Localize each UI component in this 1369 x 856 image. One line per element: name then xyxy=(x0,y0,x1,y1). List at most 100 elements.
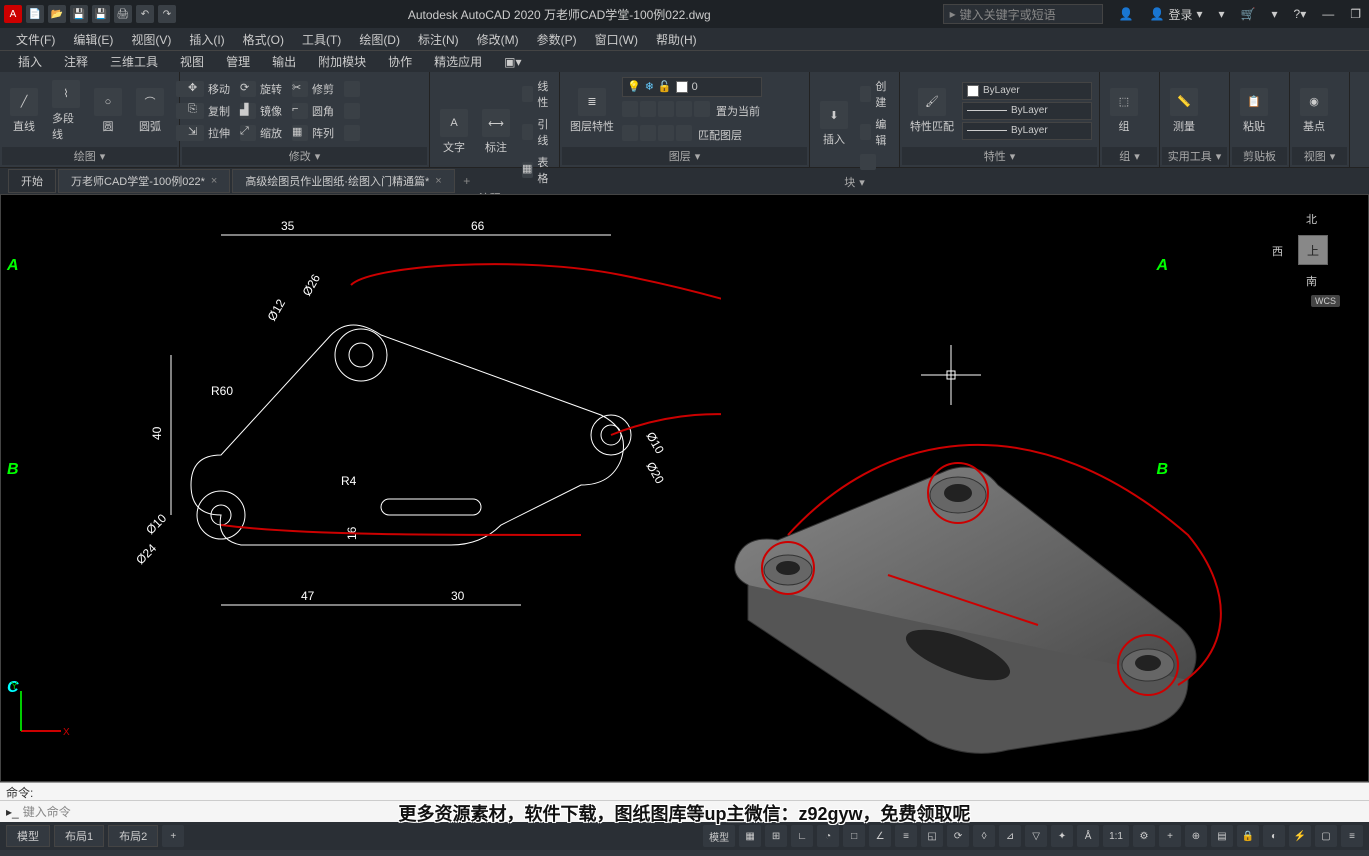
linetype-dropdown[interactable]: ByLayer xyxy=(962,122,1092,140)
cleanscreen-icon[interactable]: ▢ xyxy=(1315,825,1337,847)
menu-help[interactable]: 帮助(H) xyxy=(648,29,705,50)
polyline-button[interactable]: ⌇多段线 xyxy=(46,78,86,144)
layer-tool-1[interactable] xyxy=(622,101,638,117)
layer-props-button[interactable]: ≣图层特性 xyxy=(564,86,620,136)
redo-icon[interactable]: ↷ xyxy=(158,5,176,23)
save-icon[interactable]: 💾 xyxy=(70,5,88,23)
lock-ui-icon[interactable]: 🔒 xyxy=(1237,825,1259,847)
search-input[interactable]: ▸ 键入关键字或短语 xyxy=(943,4,1103,24)
menu-dimension[interactable]: 标注(N) xyxy=(410,29,467,50)
group-button[interactable]: ⬚组 xyxy=(1104,86,1144,136)
layer-tool-9[interactable] xyxy=(676,125,692,141)
nav-west[interactable]: 西 xyxy=(1272,243,1283,259)
infocenter-icon[interactable]: 👤 xyxy=(1115,5,1138,23)
ribbon-tab-addins[interactable]: 附加模块 xyxy=(308,51,376,72)
modify-ext-1[interactable] xyxy=(340,79,364,99)
dimension-button[interactable]: ⟷标注 xyxy=(476,107,516,157)
isolate-icon[interactable]: ◐ xyxy=(1263,825,1285,847)
circle-button[interactable]: ○圆 xyxy=(88,86,128,136)
modelspace-button[interactable]: 模型 xyxy=(703,825,735,847)
scale-button[interactable]: 1:1 xyxy=(1103,825,1129,847)
panel-viewbase-title[interactable]: 视图 ▾ xyxy=(1292,147,1347,165)
start-tab[interactable]: 开始 xyxy=(8,169,56,193)
new-icon[interactable]: 📄 xyxy=(26,5,44,23)
rotate-button[interactable]: ⟳旋转 xyxy=(236,79,286,99)
layer-tool-3[interactable] xyxy=(658,101,674,117)
wcs-badge[interactable]: WCS xyxy=(1311,295,1340,307)
osnap-icon[interactable]: □ xyxy=(843,825,865,847)
layout1-tab[interactable]: 布局1 xyxy=(54,825,104,847)
paste-button[interactable]: 📋粘贴 xyxy=(1234,86,1274,136)
block-more[interactable] xyxy=(856,152,895,172)
model-tab[interactable]: 模型 xyxy=(6,825,50,847)
array-button[interactable]: ▦阵列 xyxy=(288,123,338,143)
file-tab-2[interactable]: 高级绘图员作业图纸·绘图入门精通篇*× xyxy=(232,169,454,193)
copy-button[interactable]: ⎘复制 xyxy=(184,101,234,121)
layer-tool-6[interactable] xyxy=(622,125,638,141)
gizmo-icon[interactable]: ✦ xyxy=(1051,825,1073,847)
menu-modify[interactable]: 修改(M) xyxy=(469,29,527,50)
panel-block-title[interactable]: 块 ▾ xyxy=(812,174,897,190)
snap-icon[interactable]: ⊞ xyxy=(765,825,787,847)
help-icon[interactable]: ?▾ xyxy=(1290,5,1311,23)
customize-icon[interactable]: ≡ xyxy=(1341,825,1363,847)
match-layer-button[interactable]: 匹配图层 xyxy=(694,125,746,145)
table-button[interactable]: ▦表格 xyxy=(518,152,557,188)
ribbon-tab-3dtools[interactable]: 三维工具 xyxy=(100,51,168,72)
cart-icon[interactable]: 🛒 xyxy=(1237,5,1260,23)
panel-draw-title[interactable]: 绘图 ▾ xyxy=(2,147,177,165)
menu-view[interactable]: 视图(V) xyxy=(123,29,179,50)
scale-button[interactable]: ⤢缩放 xyxy=(236,123,286,143)
layer-tool-5[interactable] xyxy=(694,101,710,117)
ribbon-tab-output[interactable]: 输出 xyxy=(262,51,306,72)
ribbon-tab-featured[interactable]: 精选应用 xyxy=(424,51,492,72)
fillet-button[interactable]: ⌐圆角 xyxy=(288,101,338,121)
edit-block-button[interactable]: 编辑 xyxy=(856,114,895,150)
transparency-icon[interactable]: ◱ xyxy=(921,825,943,847)
units-icon[interactable]: ⊕ xyxy=(1185,825,1207,847)
set-current-button[interactable]: 置为当前 xyxy=(712,101,764,121)
saveas-icon[interactable]: 💾 xyxy=(92,5,110,23)
menu-file[interactable]: 文件(F) xyxy=(8,29,63,50)
file-tab-1[interactable]: 万老师CAD学堂-100例022*× xyxy=(58,169,230,193)
close-icon[interactable]: × xyxy=(211,175,217,187)
quickprops-icon[interactable]: ▤ xyxy=(1211,825,1233,847)
panel-properties-title[interactable]: 特性 ▾ xyxy=(902,147,1097,165)
ribbon-tab-manage[interactable]: 管理 xyxy=(216,51,260,72)
trim-button[interactable]: ✂修剪 xyxy=(288,79,338,99)
lineweight-icon[interactable]: ≡ xyxy=(895,825,917,847)
3dosnap-icon[interactable]: ◊ xyxy=(973,825,995,847)
login-button[interactable]: 👤登录▾ xyxy=(1146,4,1207,25)
layout2-tab[interactable]: 布局2 xyxy=(108,825,158,847)
modify-ext-2[interactable] xyxy=(340,101,364,121)
layer-tool-7[interactable] xyxy=(640,125,656,141)
line-button[interactable]: ╱直线 xyxy=(4,86,44,136)
plot-icon[interactable]: 🖨 xyxy=(114,5,132,23)
nav-top-face[interactable]: 上 xyxy=(1298,235,1328,265)
text-button[interactable]: A文字 xyxy=(434,107,474,157)
lineweight-dropdown[interactable]: ByLayer xyxy=(962,102,1092,120)
annomonitor-icon[interactable]: + xyxy=(1159,825,1181,847)
layer-tool-8[interactable] xyxy=(658,125,674,141)
menu-tools[interactable]: 工具(T) xyxy=(294,29,349,50)
panel-layer-title[interactable]: 图层 ▾ xyxy=(562,147,807,165)
grid-icon[interactable]: ▦ xyxy=(739,825,761,847)
add-tab-button[interactable]: + xyxy=(457,171,477,191)
ribbon-tab-collab[interactable]: 协作 xyxy=(378,51,422,72)
ribbon-tab-insert[interactable]: 插入 xyxy=(8,51,52,72)
insert-block-button[interactable]: ⬇插入 xyxy=(814,99,854,149)
app-menu-icon[interactable]: A xyxy=(4,5,22,23)
undo-icon[interactable]: ↶ xyxy=(136,5,154,23)
panel-clipboard-title[interactable]: 剪贴板 xyxy=(1232,147,1287,165)
dynucs-icon[interactable]: ⊿ xyxy=(999,825,1021,847)
match-props-button[interactable]: 🖌特性匹配 xyxy=(904,86,960,136)
cycling-icon[interactable]: ⟳ xyxy=(947,825,969,847)
drawing-area[interactable]: A B C A B 35 66 40 47 30 16 R60 R4 Ø26 Ø… xyxy=(0,194,1369,782)
ribbon-tab-view[interactable]: 视图 xyxy=(170,51,214,72)
leader-button[interactable]: 引线 xyxy=(518,114,557,150)
close-icon[interactable]: × xyxy=(435,175,441,187)
polar-icon[interactable]: ◔ xyxy=(817,825,839,847)
create-block-button[interactable]: 创建 xyxy=(856,76,895,112)
restore-icon[interactable]: ❐ xyxy=(1346,5,1365,23)
panel-utility-title[interactable]: 实用工具 ▾ xyxy=(1162,147,1227,165)
